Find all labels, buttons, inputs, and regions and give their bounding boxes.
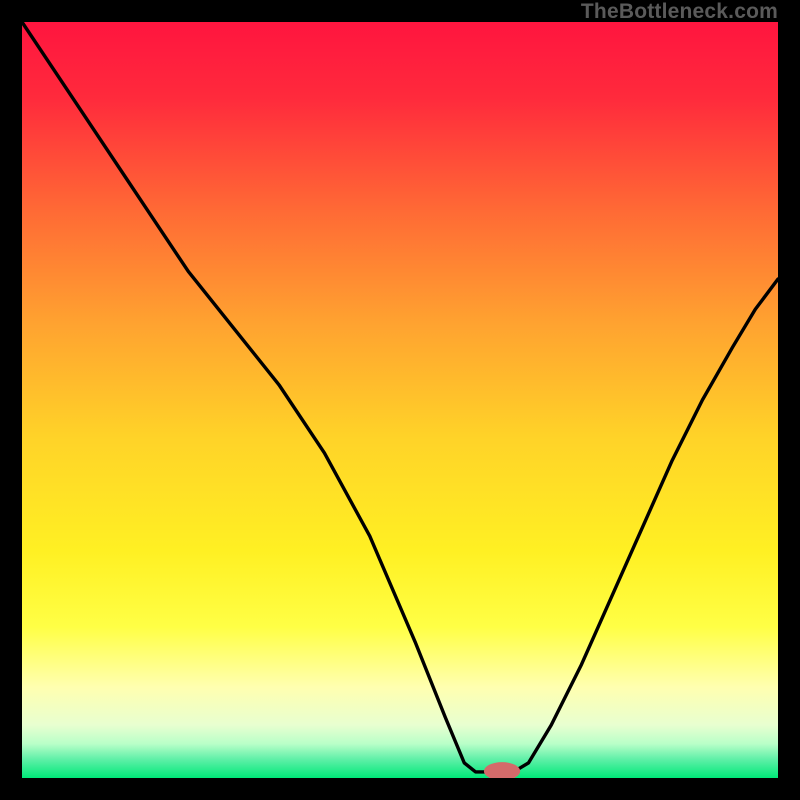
bottleneck-chart xyxy=(22,22,778,778)
plot-area xyxy=(22,22,778,778)
chart-frame: TheBottleneck.com xyxy=(0,0,800,800)
gradient-background xyxy=(22,22,778,778)
watermark-text: TheBottleneck.com xyxy=(581,0,778,24)
